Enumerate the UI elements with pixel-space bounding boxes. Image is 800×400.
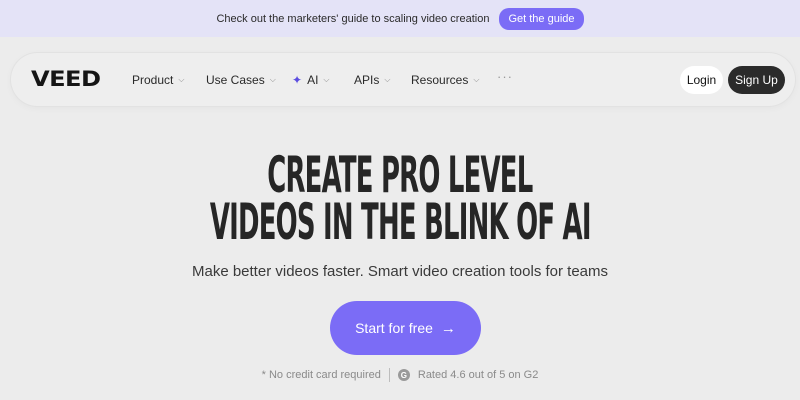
get-the-guide-button[interactable]: Get the guide (499, 7, 584, 30)
nav-item-use-cases[interactable]: Use Cases ⌵ (206, 71, 276, 89)
arrow-right-icon: → (440, 319, 456, 337)
banner-text: Check out the marketers' guide to scalin… (216, 12, 490, 25)
nav-item-label: Use Cases (206, 73, 265, 87)
nav-item-label: APIs (354, 73, 380, 87)
hero-subtitle: Make better videos faster. Smart video c… (191, 263, 609, 280)
sparkle-icon: ✦ (292, 73, 303, 87)
chevron-down-icon: ⌵ (473, 75, 480, 84)
g2-logo-icon: G (397, 369, 410, 381)
cta-label: Start for free (355, 320, 433, 336)
login-button[interactable]: Login (680, 66, 723, 94)
g2-rating-text: Rated 4.6 out of 5 on G2 (417, 369, 539, 381)
nav-item-product[interactable]: Product ⌵ (132, 71, 184, 89)
footnote-divider (388, 368, 390, 382)
veed-logo[interactable]: VEED (31, 67, 101, 91)
hero-footnote: * No credit card required G Rated 4.6 ou… (0, 368, 800, 382)
headline-line-1: CREATE PRO LEVEL (267, 146, 533, 204)
chevron-down-icon: ⌵ (178, 75, 185, 84)
start-for-free-button[interactable]: Start for free → (330, 301, 481, 355)
nav-item-label: Resources (411, 73, 469, 87)
sign-up-button[interactable]: Sign Up (728, 66, 785, 94)
chevron-down-icon: ⌵ (269, 75, 276, 84)
top-navigation: VEED Product ⌵ Use Cases ⌵ ✦ AI ⌵ APIs ⌵… (11, 53, 795, 106)
promo-banner: Check out the marketers' guide to scalin… (0, 0, 800, 37)
nav-item-label: Product (132, 73, 174, 87)
chevron-down-icon: ⌵ (323, 75, 330, 84)
nav-item-ai[interactable]: ✦ AI ⌵ (292, 71, 329, 89)
hero-headline: CREATE PRO LEVEL VIDEOS IN THE BLINK OF … (0, 146, 800, 251)
nav-item-apis[interactable]: APIs ⌵ (354, 71, 390, 89)
nav-item-label: AI (307, 73, 319, 87)
more-menu-icon[interactable]: ··· (497, 69, 513, 84)
nav-item-resources[interactable]: Resources ⌵ (411, 71, 479, 89)
chevron-down-icon: ⌵ (384, 75, 391, 84)
no-credit-card-note: * No credit card required (261, 369, 381, 381)
headline-line-2: VIDEOS IN THE BLINK OF AI (209, 193, 592, 251)
